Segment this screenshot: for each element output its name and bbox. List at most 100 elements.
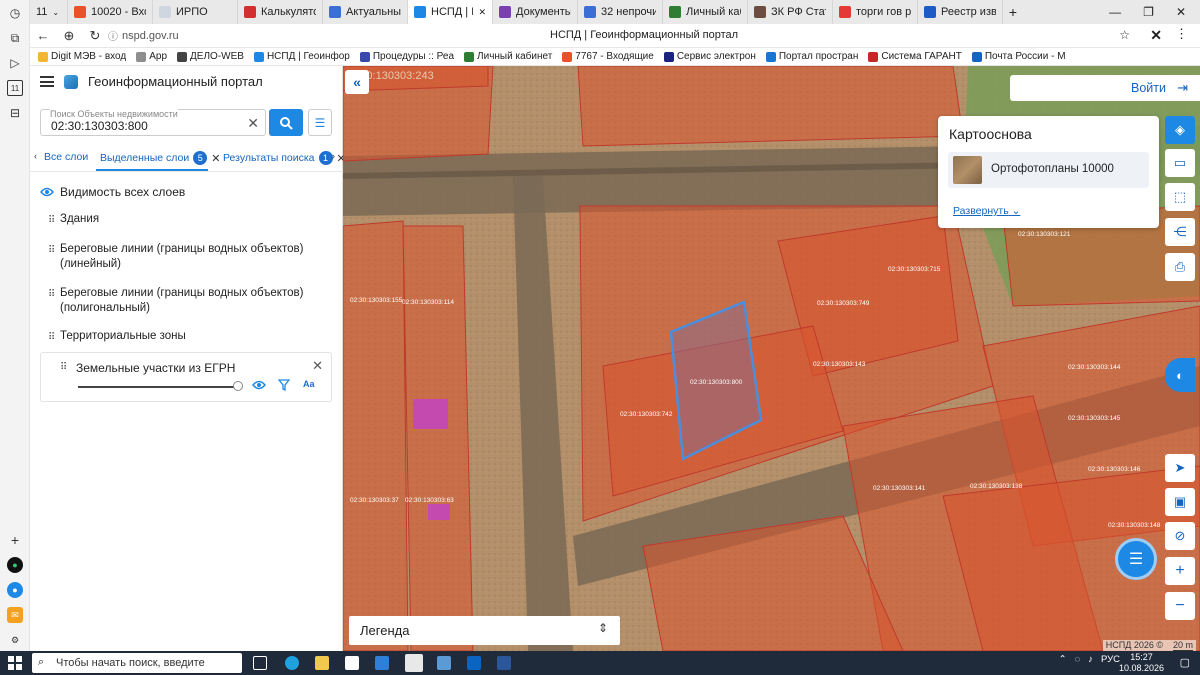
browser-tab[interactable]: НСПД | Геои ✕ <box>408 0 493 24</box>
tray-chevron-icon[interactable]: ⌃ <box>1059 654 1067 665</box>
clock[interactable]: 15:27 10.08.2026 <box>1119 652 1164 674</box>
mail-app-icon[interactable] <box>375 656 389 670</box>
tab-counter[interactable]: 11 ⌄ <box>30 0 68 24</box>
collapse-panel-button[interactable]: « <box>345 70 369 94</box>
bookmark-star-icon[interactable]: ☆ <box>1119 28 1130 42</box>
layer-item[interactable]: ⠿ Территориальные зоны <box>48 329 320 344</box>
bookmark-item[interactable]: Сервис электрон <box>663 51 756 62</box>
menu-icon[interactable]: ⋮ <box>1175 26 1188 42</box>
browser-tab[interactable]: торги гов ру оф <box>833 0 918 24</box>
labels-toggle-icon[interactable]: Aa <box>303 379 315 389</box>
windows-start-icon[interactable] <box>8 656 22 670</box>
minimap-button[interactable]: ▣ <box>1165 488 1195 516</box>
bookmark-item[interactable]: Личный кабинет <box>464 51 552 62</box>
yandex-browser-icon[interactable] <box>405 654 423 672</box>
compass-button[interactable]: ⊘ <box>1165 522 1195 550</box>
select-area-button[interactable]: ⬚ <box>1165 183 1195 211</box>
tab-all-layers[interactable]: Все слои <box>44 151 88 163</box>
add-sidebar-icon[interactable]: + <box>7 532 23 548</box>
drag-handle-icon[interactable]: ⠿ <box>60 362 67 373</box>
opacity-slider-knob[interactable] <box>233 381 243 391</box>
login-button[interactable]: Войти ⇥ <box>1010 75 1200 101</box>
zoom-out-button[interactable]: − <box>1165 592 1195 620</box>
tab-search-results[interactable]: Результаты поиска 1 ✕ <box>223 151 346 165</box>
clear-icon[interactable]: ✕ <box>247 115 259 132</box>
media-icon[interactable]: ▷ <box>7 55 23 71</box>
bookmark-item[interactable]: 7767 - Входящие <box>562 51 654 62</box>
task-view-icon[interactable] <box>253 656 267 670</box>
settings-icon[interactable]: ⚙ <box>7 632 23 648</box>
network-icon[interactable]: ◌ <box>1075 654 1081 665</box>
extension-icon[interactable]: ✕ <box>1150 27 1162 44</box>
chat-button[interactable]: ☰ <box>1115 538 1157 580</box>
drag-handle-icon[interactable]: ⠿ <box>48 287 55 302</box>
drag-handle-icon[interactable]: ⠿ <box>48 213 55 228</box>
browser-tab[interactable]: 32 непрочитан <box>578 0 663 24</box>
bookmark-item[interactable]: НСПД | Геоинфор <box>253 51 350 62</box>
outlook-icon[interactable] <box>467 656 481 670</box>
reload-icon[interactable]: ↻ <box>82 28 108 44</box>
taskbar-search-input[interactable]: ⌕ Чтобы начать поиск, введите <box>32 653 242 673</box>
locate-button[interactable]: ➤ <box>1165 454 1195 482</box>
history-icon[interactable]: ◷ <box>7 5 23 21</box>
legend-dropdown[interactable]: Легенда ⇕ <box>349 616 620 645</box>
chevron-left-icon[interactable]: ‹ <box>34 151 37 161</box>
bookmark-item[interactable]: App <box>136 51 167 62</box>
expand-link[interactable]: Развернуть ⌄ <box>953 205 1020 217</box>
bookmark-item[interactable]: Портал простран <box>765 51 858 62</box>
filter-settings-button[interactable]: ☰ <box>308 109 332 136</box>
zoom-in-button[interactable]: + <box>1165 557 1195 585</box>
search-value[interactable]: 02:30:130303:800 <box>51 119 148 133</box>
browser-tab[interactable]: Реестр извеще <box>918 0 1003 24</box>
word-icon[interactable] <box>497 656 511 670</box>
tab-selected-layers[interactable]: Выделенные слои 5 ✕ <box>100 151 220 165</box>
store-icon[interactable] <box>345 656 359 670</box>
new-tab-button[interactable]: + <box>1003 4 1023 20</box>
edge-icon[interactable] <box>285 656 299 670</box>
browser-tab[interactable]: Документы на <box>493 0 578 24</box>
remove-layer-icon[interactable]: ✕ <box>312 358 323 374</box>
hamburger-menu-icon[interactable] <box>40 76 54 87</box>
eye-icon[interactable] <box>252 379 266 393</box>
help-widget-button[interactable]: ◐ <box>1165 358 1195 392</box>
collections-icon[interactable]: ⧉ <box>7 30 23 46</box>
url-field[interactable]: nspd.gov.ru <box>122 30 179 42</box>
mail-icon[interactable]: ✉ <box>7 607 23 623</box>
basemap-option[interactable]: Ортофотопланы 10000 <box>948 152 1149 188</box>
search-button[interactable] <box>269 109 303 136</box>
basemap-tool-button[interactable]: ◈ <box>1165 116 1195 144</box>
app-icon[interactable] <box>437 656 451 670</box>
browser-tab[interactable]: Калькулятор ра <box>238 0 323 24</box>
browser-tab[interactable]: ИРПО <box>153 0 238 24</box>
bookmark-item[interactable]: Почта России - М <box>971 51 1066 62</box>
close-tab-icon[interactable]: ✕ <box>478 7 486 18</box>
search-input[interactable]: Поиск Объекты недвижимости 02:30:130303:… <box>40 109 266 136</box>
browser-tab[interactable]: Актуальные за <box>323 0 408 24</box>
volume-icon[interactable]: ♪ <box>1088 654 1093 665</box>
opacity-slider[interactable] <box>78 386 238 388</box>
maximize-icon[interactable]: ❐ <box>1143 5 1154 19</box>
ruler-tool-button[interactable]: ▭ <box>1165 149 1195 177</box>
minimize-icon[interactable]: — <box>1109 5 1121 19</box>
visibility-all-toggle[interactable]: Видимость всех слоев <box>40 185 185 199</box>
site-info-icon[interactable]: ⊕ <box>56 28 82 44</box>
layer-item[interactable]: ⠿ Береговые линии (границы водных объект… <box>48 286 320 316</box>
close-window-icon[interactable]: ✕ <box>1176 5 1186 19</box>
layer-item[interactable]: ⠿ Здания <box>48 212 320 227</box>
bookmark-item[interactable]: Система ГАРАНТ <box>868 51 962 62</box>
bookmark-list-icon[interactable]: ⊟ <box>7 105 23 121</box>
drag-handle-icon[interactable]: ⠿ <box>48 243 55 258</box>
bookmark-item[interactable]: Процедуры :: Реа <box>359 51 454 62</box>
back-icon[interactable]: ← <box>30 28 56 43</box>
drag-handle-icon[interactable]: ⠿ <box>48 330 55 345</box>
chevron-right-icon[interactable]: › <box>332 151 335 161</box>
app-icon[interactable]: ● <box>7 582 23 598</box>
bookmark-item[interactable]: ДЕЛО-WEB <box>177 51 244 62</box>
bookmark-item[interactable]: Digit МЭВ - вход <box>38 51 126 62</box>
assistant-icon[interactable]: ● <box>7 557 23 573</box>
notifications-icon[interactable]: ▢ <box>1180 656 1190 669</box>
close-tab-icon[interactable]: ✕ <box>211 152 220 165</box>
map-view[interactable]: 02:30:130303:243 02:30:130303:800 02:30:… <box>343 66 1200 651</box>
explorer-icon[interactable] <box>315 656 329 670</box>
layer-item[interactable]: ⠿ Береговые линии (границы водных объект… <box>48 242 320 272</box>
